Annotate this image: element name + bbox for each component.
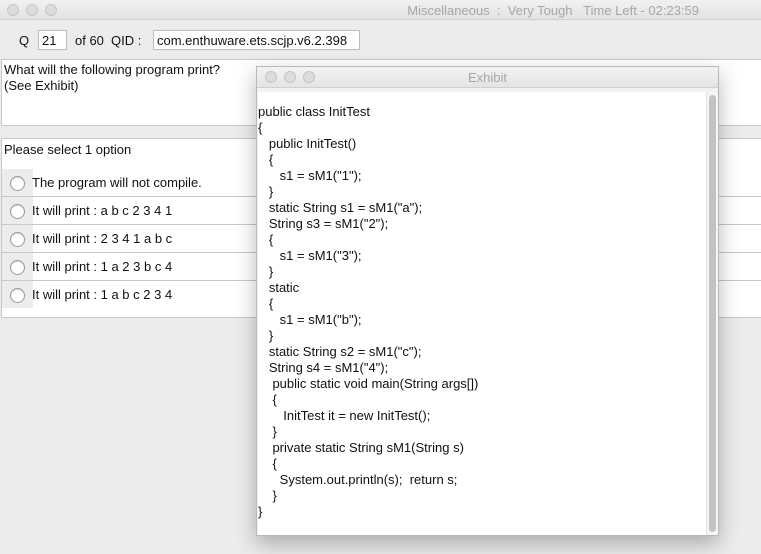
code-line: } <box>258 424 277 439</box>
code-line: s1 = sM1("1"); <box>258 168 362 183</box>
code-line: } <box>258 504 263 519</box>
exhibit-window: Exhibit public class InitTest{ public In… <box>256 66 719 536</box>
question-total-label: of 60 <box>75 33 104 48</box>
code-line: public class InitTest <box>258 104 370 119</box>
code-line: { <box>258 232 274 247</box>
option-label: It will print : 1 a b c 2 3 4 <box>32 287 173 302</box>
option-label: The program will not compile. <box>32 175 202 190</box>
code-line: { <box>258 456 277 471</box>
code-line: System.out.println(s); return s; <box>258 472 458 487</box>
window-title: Miscellaneous : Very Tough Time Left - 0… <box>407 3 699 18</box>
code-line: { <box>258 392 277 407</box>
question-number-input[interactable]: 21 <box>38 30 67 50</box>
code-line: String s3 = sM1("2"); <box>258 216 389 231</box>
zoom-window-button[interactable] <box>45 4 57 16</box>
code-line: } <box>258 264 274 279</box>
exhibit-scrollbar[interactable] <box>706 92 718 535</box>
code-line: static String s2 = sM1("c"); <box>258 344 422 359</box>
code-line: } <box>258 488 277 503</box>
minimize-window-button[interactable] <box>26 4 38 16</box>
radio-cell <box>2 197 33 224</box>
qid-field[interactable]: com.enthuware.ets.scjp.v6.2.398 <box>153 30 360 50</box>
code-line: String s4 = sM1("4"); <box>258 360 389 375</box>
question-hint: (See Exhibit) <box>4 78 79 93</box>
option-label: It will print : 2 3 4 1 a b c <box>32 231 173 246</box>
options-instruction: Please select 1 option <box>4 142 132 157</box>
code-text-area[interactable]: public class InitTest{ public InitTest()… <box>258 92 706 535</box>
option-radio[interactable] <box>10 288 25 303</box>
option-radio[interactable] <box>10 232 25 247</box>
code-line: { <box>258 120 263 135</box>
radio-cell <box>2 253 33 280</box>
option-radio[interactable] <box>10 260 25 275</box>
code-line: s1 = sM1("3"); <box>258 248 362 263</box>
option-label: It will print : 1 a 2 3 b c 4 <box>32 259 173 274</box>
close-window-button[interactable] <box>7 4 19 16</box>
radio-cell <box>2 169 33 196</box>
code-line: s1 = sM1("b"); <box>258 312 362 327</box>
radio-cell <box>2 225 33 252</box>
question-label: Q <box>19 33 30 48</box>
question-text: What will the following program print? <box>4 62 221 77</box>
option-radio[interactable] <box>10 176 25 191</box>
code-line: private static String sM1(String s) <box>258 440 464 455</box>
code-line: public InitTest() <box>258 136 357 151</box>
window-titlebar: Miscellaneous : Very Tough Time Left - 0… <box>0 0 761 20</box>
exhibit-titlebar[interactable]: Exhibit <box>257 67 718 88</box>
code-line: { <box>258 296 274 311</box>
code-line: static <box>258 280 300 295</box>
scrollbar-thumb[interactable] <box>709 95 716 532</box>
radio-cell <box>2 281 33 308</box>
exhibit-title: Exhibit <box>467 70 508 85</box>
option-radio[interactable] <box>10 204 25 219</box>
code-line: { <box>258 152 274 167</box>
qid-label: QID : <box>111 33 142 48</box>
code-line: } <box>258 184 274 199</box>
option-label: It will print : a b c 2 3 4 1 <box>32 203 173 218</box>
code-line: static String s1 = sM1("a"); <box>258 200 423 215</box>
code-line: } <box>258 328 274 343</box>
code-line: public static void main(String args[]) <box>258 376 479 391</box>
question-nav-bar: Q 21 of 60 QID : com.enthuware.ets.scjp.… <box>0 20 761 60</box>
code-line: InitTest it = new InitTest(); <box>258 408 431 423</box>
